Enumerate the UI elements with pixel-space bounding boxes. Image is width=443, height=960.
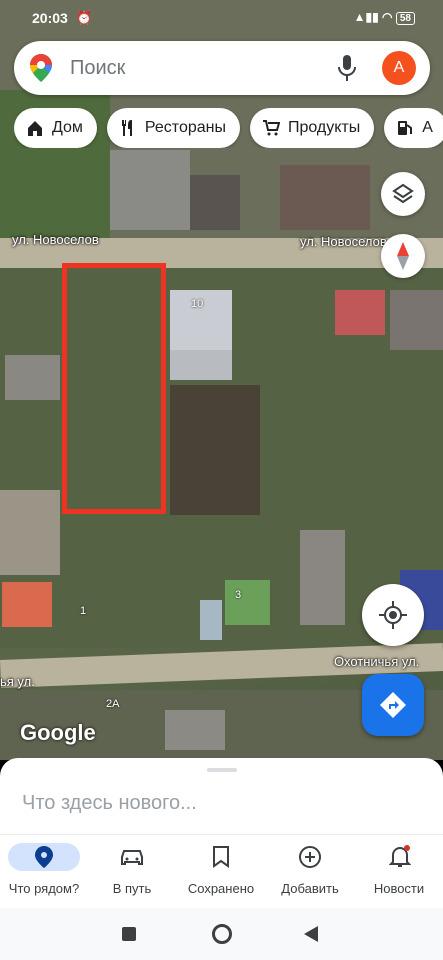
chip-groceries[interactable]: Продукты xyxy=(249,108,375,148)
nav-saved[interactable]: Сохранено xyxy=(177,835,265,909)
search-bar[interactable]: Поиск А xyxy=(14,41,430,95)
street-label: ья ул. xyxy=(0,674,35,689)
chip-label: Рестораны xyxy=(144,119,226,136)
courtyard xyxy=(0,490,60,575)
bottom-navigation: Что рядом? В путь Сохранено Добавить Нов… xyxy=(0,834,443,908)
house-number: 2А xyxy=(106,698,120,710)
my-location-button[interactable] xyxy=(362,584,424,646)
add-circle-icon xyxy=(292,843,328,871)
street-label: Охотничья ул. xyxy=(334,654,420,669)
cart-icon xyxy=(262,119,281,136)
back-icon[interactable] xyxy=(304,926,318,947)
roof xyxy=(190,175,240,230)
google-logo: Google xyxy=(20,720,96,745)
nav-label: Добавить xyxy=(281,881,339,896)
nav-contribute[interactable]: Добавить xyxy=(266,835,354,909)
nav-label: Новости xyxy=(373,881,425,896)
chip-label: А xyxy=(422,119,433,136)
chip-restaurants[interactable]: Рестораны xyxy=(106,108,240,148)
gas-station-icon xyxy=(398,120,413,135)
category-chips: Дом Рестораны Продукты А xyxy=(14,108,443,148)
nav-go[interactable]: В путь xyxy=(88,835,176,909)
nav-explore[interactable]: Что рядом? xyxy=(0,835,88,909)
house-number: 10 xyxy=(191,298,204,310)
bookmark-icon xyxy=(203,843,239,871)
nav-label: Что рядом? xyxy=(8,881,80,896)
alarm-icon: ⏰ xyxy=(76,10,93,25)
roof xyxy=(280,165,370,230)
sheet-handle[interactable] xyxy=(207,768,237,772)
compass-button[interactable] xyxy=(381,234,425,278)
status-icons: ▲▮▮ ◠ 58 xyxy=(354,10,415,25)
layers-icon xyxy=(392,183,414,204)
directions-button[interactable] xyxy=(362,674,424,736)
roof xyxy=(2,582,52,627)
directions-icon xyxy=(380,692,406,718)
restaurant-icon xyxy=(121,119,132,136)
house-number: 3 xyxy=(235,589,242,601)
location-pin-icon xyxy=(8,843,80,871)
maps-pin-icon xyxy=(30,54,52,87)
home-icon xyxy=(28,120,42,136)
roof xyxy=(110,150,190,230)
roof xyxy=(390,290,443,350)
highlighted-plot xyxy=(62,263,166,514)
battery-icon: 58 xyxy=(395,12,415,25)
sheet-title: Что здесь нового... xyxy=(22,792,197,814)
account-avatar[interactable]: А xyxy=(382,51,416,85)
recents-icon[interactable] xyxy=(122,927,136,941)
compass-icon xyxy=(397,242,409,270)
status-time: 20:03 xyxy=(32,10,68,26)
signal-icon: ▲▮▮ xyxy=(353,10,379,24)
search-input[interactable]: Поиск xyxy=(70,57,125,80)
roof xyxy=(165,710,225,750)
car-icon xyxy=(114,843,150,871)
status-bar: 20:03 ⏰ ▲▮▮ ◠ 58 xyxy=(0,0,443,36)
chip-label: Продукты xyxy=(287,119,361,136)
wifi-icon: ◠ xyxy=(382,10,393,24)
roof xyxy=(170,350,232,380)
bell-icon xyxy=(381,843,417,871)
plowed-field xyxy=(170,385,260,515)
explore-sheet[interactable]: Что здесь нового... xyxy=(0,758,443,838)
chip-home[interactable]: Дом xyxy=(14,108,97,148)
roof xyxy=(335,290,385,335)
roof xyxy=(225,580,270,625)
microphone-icon[interactable] xyxy=(338,55,356,86)
roof xyxy=(5,355,60,400)
chip-label: Дом xyxy=(52,119,83,136)
my-location-icon xyxy=(379,601,407,629)
roof xyxy=(200,600,222,640)
house-number: 1 xyxy=(80,605,87,617)
system-navigation-bar xyxy=(0,908,443,960)
street-label: ул. Новоселов xyxy=(300,234,387,249)
street-label: ул. Новоселов xyxy=(12,232,99,247)
roof xyxy=(300,530,345,625)
nav-label: Сохранено xyxy=(187,881,255,896)
layers-button[interactable] xyxy=(381,172,425,216)
nav-label: В путь xyxy=(112,881,152,896)
chip-gas[interactable]: А xyxy=(384,108,443,148)
home-button-icon[interactable] xyxy=(212,924,232,944)
nav-updates[interactable]: Новости xyxy=(355,835,443,909)
